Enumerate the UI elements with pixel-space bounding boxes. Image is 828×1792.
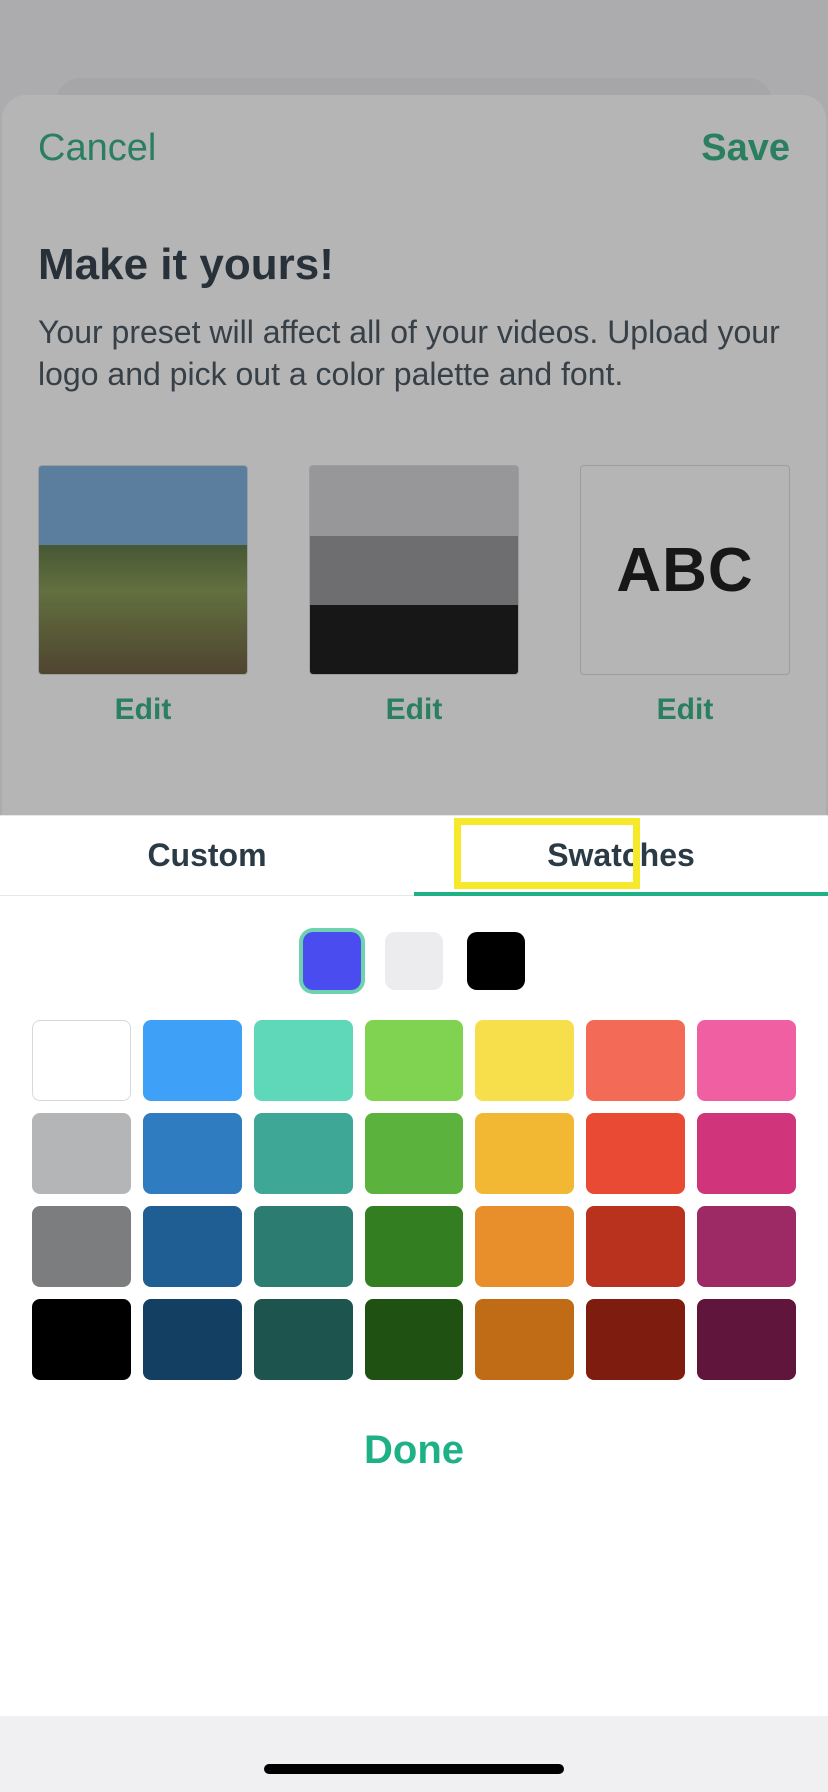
done-button[interactable]: Done: [364, 1428, 464, 1472]
modal-description: Your preset will affect all of your vide…: [2, 290, 826, 395]
modal-title: Make it yours!: [2, 180, 826, 290]
swatch-3-3[interactable]: [365, 1299, 464, 1380]
swatch-1-4[interactable]: [475, 1113, 574, 1194]
swatch-3-0[interactable]: [32, 1299, 131, 1380]
swatch-2-6[interactable]: [697, 1206, 796, 1287]
swatch-1-2[interactable]: [254, 1113, 353, 1194]
swatch-1-1[interactable]: [143, 1113, 242, 1194]
edit-logo-button[interactable]: Edit: [115, 693, 172, 727]
swatch-0-4[interactable]: [475, 1020, 574, 1101]
swatch-2-2[interactable]: [254, 1206, 353, 1287]
swatch-2-0[interactable]: [32, 1206, 131, 1287]
modal-header: Cancel Save: [2, 95, 826, 180]
swatch-0-0[interactable]: [32, 1020, 131, 1101]
swatch-3-1[interactable]: [143, 1299, 242, 1380]
preset-logo-item: Edit: [38, 465, 248, 727]
done-row: Done: [0, 1380, 828, 1515]
picker-tabs: Custom Swatches: [0, 816, 828, 896]
swatch-2-3[interactable]: [365, 1206, 464, 1287]
swatch-2-4[interactable]: [475, 1206, 574, 1287]
swatch-3-6[interactable]: [697, 1299, 796, 1380]
preset-palette-tile[interactable]: [309, 465, 519, 675]
swatch-grid: [32, 1020, 796, 1380]
tab-custom[interactable]: Custom: [0, 816, 414, 895]
color-picker-sheet: Custom Swatches Done: [0, 815, 828, 1792]
swatch-0-1[interactable]: [143, 1020, 242, 1101]
screen-root: Cancel Save Make it yours! Your preset w…: [0, 0, 828, 1792]
swatch-0-6[interactable]: [697, 1020, 796, 1101]
preset-font-tile[interactable]: ABC: [580, 465, 790, 675]
selected-swatch-1[interactable]: [385, 932, 443, 990]
swatch-grid-wrap: [0, 1020, 828, 1380]
home-indicator: [264, 1764, 564, 1774]
preset-font-item: ABC Edit: [580, 465, 790, 727]
swatch-1-6[interactable]: [697, 1113, 796, 1194]
swatch-1-5[interactable]: [586, 1113, 685, 1194]
swatch-1-3[interactable]: [365, 1113, 464, 1194]
selected-swatch-0[interactable]: [303, 932, 361, 990]
cancel-button[interactable]: Cancel: [38, 127, 156, 170]
swatch-0-2[interactable]: [254, 1020, 353, 1101]
palette-stripe-3: [310, 605, 518, 674]
selected-swatch-2[interactable]: [467, 932, 525, 990]
preset-palette-item: Edit: [309, 465, 519, 727]
palette-stripe-1: [310, 466, 518, 535]
swatch-2-5[interactable]: [586, 1206, 685, 1287]
swatch-3-5[interactable]: [586, 1299, 685, 1380]
preset-row: Edit Edit ABC Edit: [2, 395, 826, 727]
preset-logo-tile[interactable]: [38, 465, 248, 675]
tab-swatches[interactable]: Swatches: [414, 816, 828, 895]
swatch-0-3[interactable]: [365, 1020, 464, 1101]
edit-palette-button[interactable]: Edit: [386, 693, 443, 727]
palette-stripe-2: [310, 536, 518, 605]
edit-font-button[interactable]: Edit: [657, 693, 714, 727]
swatch-1-0[interactable]: [32, 1113, 131, 1194]
selected-swatches-row: [0, 896, 828, 1020]
swatch-3-4[interactable]: [475, 1299, 574, 1380]
swatch-0-5[interactable]: [586, 1020, 685, 1101]
save-button[interactable]: Save: [701, 127, 790, 170]
bottom-safe-area: [0, 1716, 828, 1792]
swatch-2-1[interactable]: [143, 1206, 242, 1287]
swatch-3-2[interactable]: [254, 1299, 353, 1380]
